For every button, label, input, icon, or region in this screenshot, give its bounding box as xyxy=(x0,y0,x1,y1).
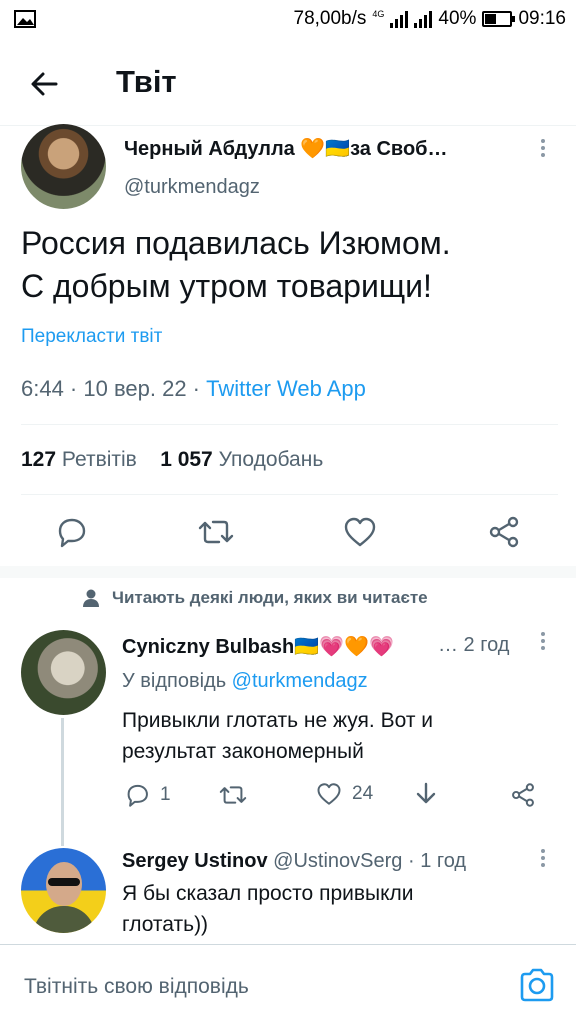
reply-author-name[interactable]: Cyniczny Bulbash🇺🇦💗🧡💗 xyxy=(122,634,394,659)
signal-icon-2 xyxy=(414,10,433,28)
network-speed: 78,00b/s xyxy=(293,8,367,29)
share-icon xyxy=(512,783,534,807)
share-icon xyxy=(489,516,519,548)
like-button[interactable]: 24 xyxy=(316,782,373,806)
retweet-button[interactable] xyxy=(218,782,248,808)
reply-icon xyxy=(127,784,148,807)
reply-text: Я бы сказал просто привыкли глотать)) xyxy=(122,878,414,940)
author-handle[interactable]: @turkmendagz xyxy=(124,176,260,199)
tweet-text-line: Россия подавилась Изюмом. xyxy=(21,225,451,261)
likes-label[interactable]: Уподобань xyxy=(219,448,324,471)
download-button[interactable] xyxy=(414,782,438,808)
reply-icon xyxy=(58,518,86,548)
tweet-timestamp: 6:44 · 10 вер. 22 · xyxy=(21,376,207,401)
reply-author-avatar[interactable] xyxy=(21,630,106,715)
followed-notice-text: Читають деякі люди, яких ви читаєте xyxy=(112,588,428,607)
like-button[interactable] xyxy=(338,510,382,554)
reply-text-line: результат закономерный xyxy=(122,740,364,763)
person-icon xyxy=(83,589,99,607)
retweets-count[interactable]: 127 xyxy=(21,448,56,471)
replying-to: У відповідь @turkmendagz xyxy=(122,670,368,693)
retweet-button[interactable] xyxy=(194,510,238,554)
heart-icon xyxy=(344,517,376,547)
camera-icon[interactable] xyxy=(518,967,556,1003)
reply-time: · 1 год xyxy=(407,850,467,872)
app-header: Твіт xyxy=(0,40,576,126)
retweet-icon xyxy=(198,520,234,544)
replying-to-handle[interactable]: @turkmendagz xyxy=(232,670,368,692)
signal-icon xyxy=(390,10,409,28)
like-count: 24 xyxy=(352,783,374,804)
translate-link[interactable]: Перекласти твіт xyxy=(21,326,162,348)
reply-actions: 1 24 xyxy=(120,782,560,818)
reply-button[interactable] xyxy=(49,510,93,554)
likes-count[interactable]: 1 057 xyxy=(160,448,213,471)
retweet-icon xyxy=(219,786,247,804)
source-app-link[interactable]: Twitter Web App xyxy=(206,376,366,401)
reply-author-handle[interactable]: @UstinovSerg xyxy=(273,850,402,872)
tweet-text: Россия подавилась Изюмом. С добрым утром… xyxy=(21,222,451,308)
page-title: Твіт xyxy=(116,64,177,99)
clock: 09:16 xyxy=(518,8,566,29)
more-options-icon[interactable] xyxy=(541,632,547,650)
tweet-text-line: С добрым утром товарищи! xyxy=(21,268,432,304)
more-options-icon[interactable] xyxy=(541,849,547,867)
share-button[interactable] xyxy=(482,510,526,554)
tweet-actions xyxy=(0,510,576,560)
reply-text: Привыкли глотать не жуя. Вот и результат… xyxy=(122,705,433,767)
author-avatar[interactable] xyxy=(21,124,106,209)
thread-line xyxy=(61,718,64,846)
reply-author-name[interactable]: Sergey Ustinov xyxy=(122,850,268,872)
heart-icon xyxy=(317,783,341,805)
divider xyxy=(21,424,558,425)
followed-notice: Читають деякі люди, яких ви читаєте xyxy=(82,588,428,608)
more-options-icon[interactable] xyxy=(541,139,547,157)
reply-author-avatar[interactable] xyxy=(21,848,106,933)
reply-count: 1 xyxy=(160,784,171,805)
back-arrow-icon[interactable] xyxy=(24,64,64,104)
battery-icon xyxy=(482,11,516,27)
tweet-meta: 6:44 · 10 вер. 22 · Twitter Web App xyxy=(21,376,366,402)
replying-to-label: У відповідь xyxy=(122,670,232,692)
divider xyxy=(21,494,558,495)
reply-button[interactable]: 1 xyxy=(124,782,171,808)
author-name[interactable]: Черный Абдулла 🧡🇺🇦за Своб… xyxy=(124,136,448,161)
reply-author-line: Sergey Ustinov @UstinovSerg · 1 год xyxy=(122,850,466,873)
download-icon xyxy=(416,782,436,804)
reply-time: … 2 год xyxy=(438,634,510,656)
reply-text-line: Я бы сказал просто привыкли xyxy=(122,882,414,905)
section-separator xyxy=(0,566,576,578)
network-type: 4G xyxy=(372,9,385,19)
reply-text-line: глотать)) xyxy=(122,913,209,936)
reply-composer[interactable]: Твітніть свою відповідь xyxy=(0,944,576,1024)
battery-percent: 40% xyxy=(438,8,477,29)
status-bar: 78,00b/s 4G 40% 09:16 xyxy=(0,0,576,38)
reply-input[interactable]: Твітніть свою відповідь xyxy=(24,975,249,999)
tweet-stats: 127 Ретвітів 1 057 Уподобань xyxy=(21,448,323,472)
reply-text-line: Привыкли глотать не жуя. Вот и xyxy=(122,709,434,732)
retweets-label[interactable]: Ретвітів xyxy=(62,448,137,471)
gallery-notification-icon xyxy=(14,10,36,28)
share-button[interactable] xyxy=(510,782,536,808)
